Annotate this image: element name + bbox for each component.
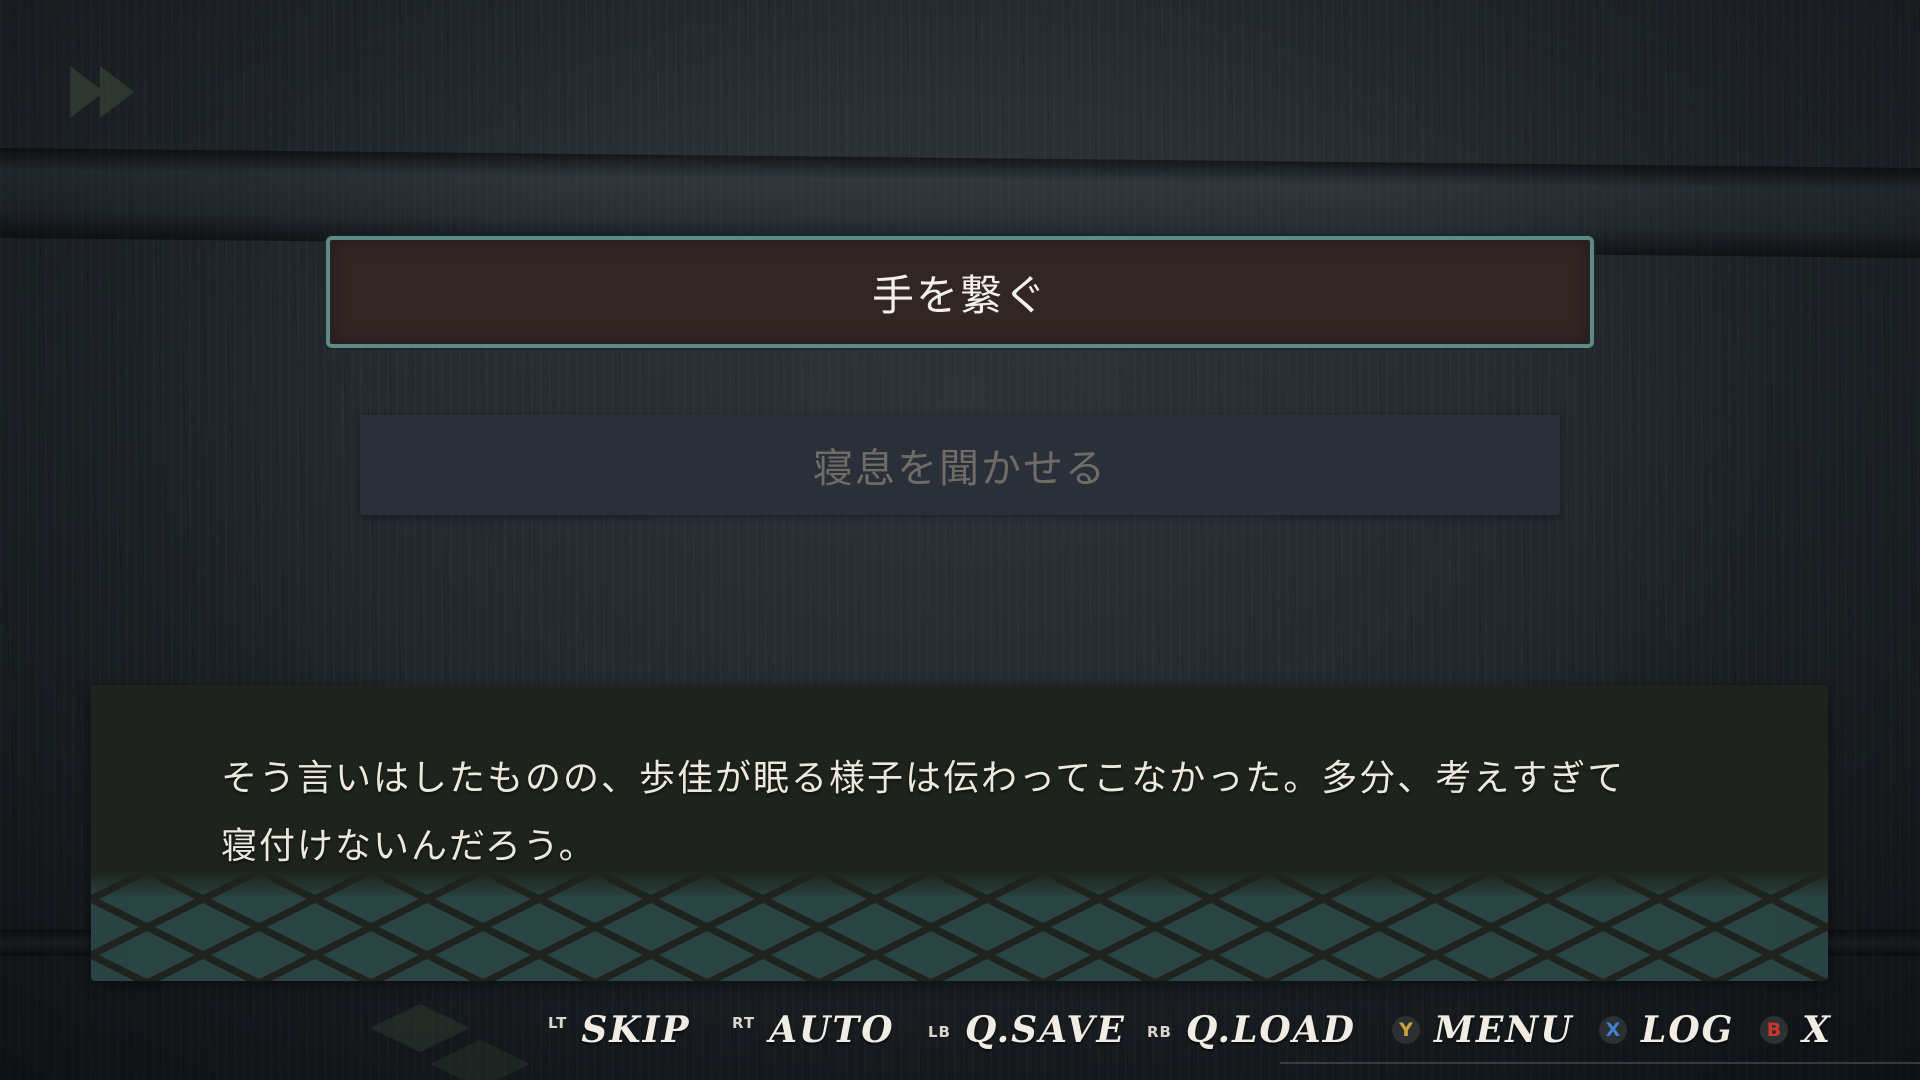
close-label: X [1802,1009,1832,1051]
menu-button[interactable]: Y MENU [1392,1000,1574,1060]
auto-label: AUTO [769,1009,895,1051]
fast-forward-icon [70,66,134,118]
rb-button-icon: RB [1147,1023,1172,1041]
dialogue-line: そう言いはしたものの、歩佳が眠る様子は伝わってこなかった。多分、考えすぎて [221,758,1626,799]
quick-save-button[interactable]: LB Q.SAVE [928,1000,1126,1060]
dialogue-box[interactable]: そう言いはしたものの、歩佳が眠る様子は伝わってこなかった。多分、考えすぎて 寝付… [91,685,1828,981]
choice-label: 手を繋ぐ [871,270,1048,320]
rt-button-icon: RT [732,1014,756,1032]
menu-label: MENU [1434,1009,1574,1051]
control-bar: LT SKIP RT AUTO LB Q.SAVE RB Q.LOAD Y ME… [0,1000,1920,1060]
choice-let-hear-breathing[interactable]: 寝息を聞かせる [360,415,1560,515]
dialogue-text: そう言いはしたものの、歩佳が眠る様子は伝わってこなかった。多分、考えすぎて 寝付… [221,745,1641,881]
lb-button-icon: LB [928,1023,951,1041]
quick-load-button[interactable]: RB Q.LOAD [1147,1000,1356,1060]
auto-button[interactable]: RT AUTO [732,1000,895,1060]
quick-save-label: Q.SAVE [965,1009,1126,1051]
choice-hold-hands[interactable]: 手を繋ぐ [326,236,1594,348]
quick-load-label: Q.LOAD [1185,1009,1356,1051]
dialogue-line: 寝付けないんだろう。 [221,826,597,867]
log-label: LOG [1641,1009,1735,1051]
x-button-icon: X [1599,1016,1627,1044]
b-button-icon: B [1760,1016,1788,1044]
log-button[interactable]: X LOG [1599,1000,1734,1060]
lt-button-icon: LT [548,1014,568,1032]
skip-button[interactable]: LT SKIP [548,1000,691,1060]
divider [1280,1062,1920,1064]
skip-label: SKIP [581,1009,691,1051]
lattice-pattern [91,871,1828,981]
choice-label: 寝息を聞かせる [813,446,1107,492]
y-button-icon: Y [1392,1016,1420,1044]
close-button[interactable]: B X [1760,1000,1832,1060]
